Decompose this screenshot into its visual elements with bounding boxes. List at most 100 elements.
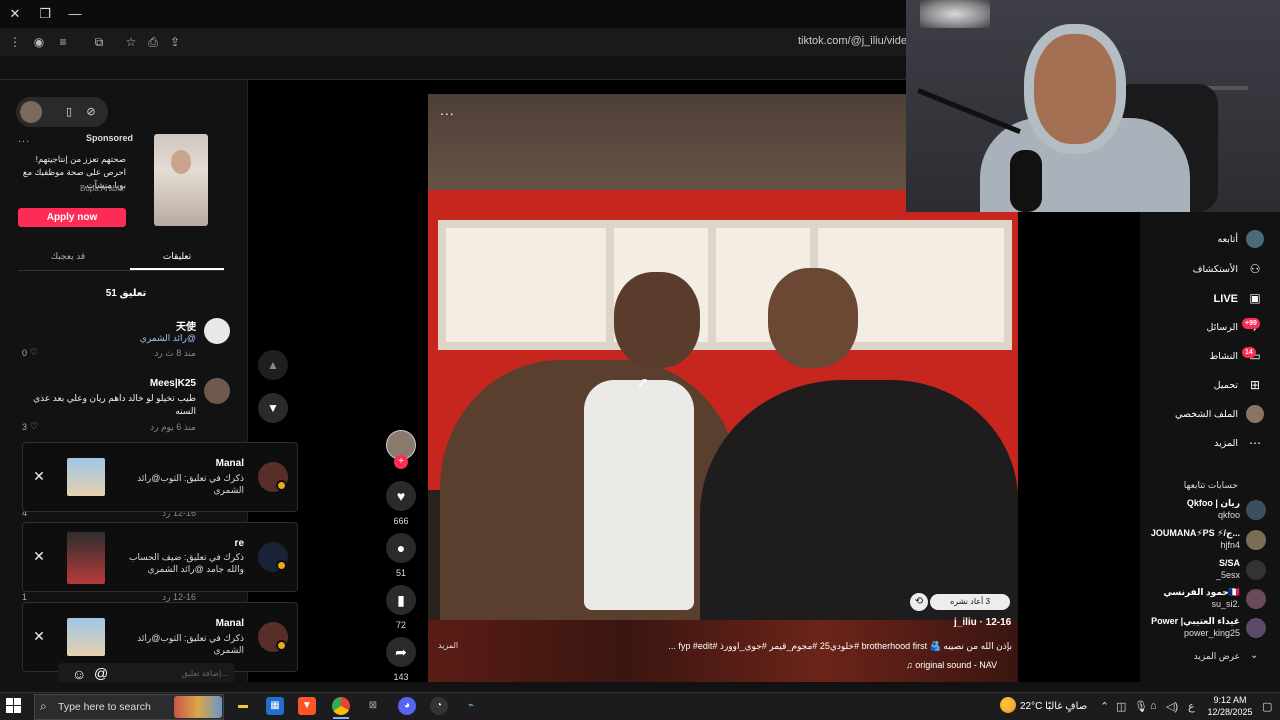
user-avatar-icon[interactable]	[20, 101, 42, 123]
comment-avatar[interactable]	[204, 378, 230, 404]
heart-outline-icon[interactable]: ♡	[30, 347, 38, 358]
store-icon[interactable]: ▦	[266, 697, 284, 715]
explore-icon[interactable]: ⚇	[1246, 260, 1264, 278]
repost-icon[interactable]: ⟲	[910, 593, 928, 611]
close-icon[interactable]: ✕	[30, 627, 48, 645]
follow-plus-icon[interactable]: +	[394, 455, 408, 469]
account-name[interactable]: S/SA	[1100, 558, 1240, 568]
mobile-icon[interactable]: ▯	[58, 101, 80, 123]
bookmark-star-icon[interactable]: ☆	[122, 33, 140, 51]
account-name[interactable]: حمود الفرنسي🇫🇷	[1100, 587, 1240, 598]
account-avatar[interactable]	[1246, 560, 1266, 580]
account-avatar[interactable]	[1246, 589, 1266, 609]
clock-time[interactable]: 9:12 AM	[1206, 695, 1254, 705]
sidebar-item-explore[interactable]: الأستكشاف	[1146, 264, 1238, 275]
chrome-icon[interactable]	[332, 697, 350, 715]
video-sound[interactable]: ♫ original sound - NAV	[906, 660, 997, 670]
comment-meta[interactable]: منذ 8 ث رد	[130, 348, 196, 359]
next-video-button[interactable]: ▼	[258, 393, 288, 423]
restore-window-icon[interactable]: ❐	[34, 4, 56, 24]
heart-outline-icon[interactable]: ♡	[30, 421, 38, 432]
previous-video-button[interactable]: ▲	[258, 350, 288, 380]
weather-text[interactable]: 22°C صافٍ غالبًا	[1020, 701, 1087, 712]
sidebar-item-upload[interactable]: تحميل	[1146, 380, 1238, 391]
windows-start-icon[interactable]	[6, 698, 22, 714]
chevron-up-icon[interactable]: ⌃	[1100, 700, 1109, 713]
discord-icon[interactable]: ◕	[398, 697, 416, 715]
show-more-link[interactable]: عرض المزيد	[1150, 651, 1240, 662]
video-menu-icon[interactable]: ...	[440, 102, 455, 118]
reading-list-icon[interactable]: ≡	[54, 33, 72, 51]
bookmark-icon[interactable]: ▮	[386, 585, 416, 615]
comment-meta[interactable]: منذ 6 يوم رد	[130, 422, 196, 433]
tab-comments[interactable]: تعليقات	[130, 251, 224, 262]
obs-icon[interactable]: ◔	[430, 697, 448, 715]
live-icon[interactable]: ▣	[1246, 289, 1264, 307]
volume-icon[interactable]: ◁)	[1166, 700, 1178, 713]
network-wired-icon[interactable]: ⌂	[1150, 700, 1157, 712]
like-heart-icon[interactable]: ♥	[386, 481, 416, 511]
account-handle[interactable]: power_king25	[1100, 628, 1240, 638]
close-icon[interactable]: ✕	[30, 547, 48, 565]
screenshot-icon[interactable]: ⎙	[144, 33, 162, 51]
ad-menu-icon[interactable]: ...	[18, 133, 30, 145]
account-handle[interactable]: qkfoo	[1100, 510, 1240, 520]
language-indicator[interactable]: ع	[1188, 700, 1195, 713]
account-handle[interactable]: hjfn4	[1100, 540, 1240, 550]
sidebar-item-messages[interactable]: الرسائل	[1146, 322, 1238, 333]
steam-icon[interactable]: ⌁	[462, 697, 480, 715]
account-name[interactable]: Qkfoo | ريان	[1100, 498, 1240, 509]
account-handle[interactable]: _5esx	[1100, 570, 1240, 580]
brave-browser-icon[interactable]: ▼	[298, 697, 316, 715]
url-text[interactable]: tiktok.com/@j_iliu/video/	[798, 35, 916, 47]
compass-icon[interactable]: ⊘	[80, 101, 102, 123]
profile-icon[interactable]	[1246, 405, 1264, 423]
account-name[interactable]: JOUMANA⚡PS ⚡/ج...	[1100, 528, 1240, 539]
comment-author[interactable]: Mees|K25	[100, 378, 196, 389]
notification-center-icon[interactable]: ▢	[1262, 700, 1272, 713]
upload-icon[interactable]: ⊞	[1246, 376, 1264, 394]
ad-image[interactable]	[154, 134, 208, 226]
network-icon[interactable]: ◫	[1116, 700, 1126, 713]
taskbar-search-placeholder[interactable]: Type here to search	[58, 701, 151, 713]
friends-icon[interactable]	[1246, 230, 1264, 248]
account-avatar[interactable]	[1246, 618, 1266, 638]
sidebar-item-profile[interactable]: الملف الشخصي	[1146, 409, 1238, 420]
tab-related[interactable]: قد يعجبك	[18, 251, 118, 262]
chevron-down-icon[interactable]: ⌄	[1250, 650, 1258, 661]
account-avatar[interactable]	[1246, 530, 1266, 550]
account-handle[interactable]: su_si2.	[1100, 599, 1240, 609]
file-explorer-icon[interactable]: ▬	[234, 697, 252, 715]
xbox-icon[interactable]: ⊠	[364, 697, 382, 715]
weather-icon[interactable]	[1000, 697, 1016, 713]
emoji-icon[interactable]: ☺	[72, 666, 86, 682]
account-name[interactable]: Power |غيداء العتيبي	[1100, 616, 1240, 627]
sidebar-item-activity[interactable]: النشاط	[1146, 351, 1238, 362]
more-icon[interactable]: ⋯	[1246, 434, 1264, 452]
comment-bubble-icon[interactable]: ●	[386, 533, 416, 563]
comment-like-count[interactable]: 1	[22, 592, 27, 602]
caption-more-link[interactable]: المزيد	[438, 641, 458, 650]
video-author[interactable]: j_iliu · 12-16	[954, 617, 1011, 628]
mention-at-icon[interactable]: @	[94, 665, 108, 681]
microphone-icon[interactable]: 🎙	[1134, 700, 1148, 713]
comment-author[interactable]: 天使	[100, 318, 196, 333]
extension-icon[interactable]: ◉	[30, 33, 48, 51]
comment-avatar[interactable]	[204, 318, 230, 344]
comment-like-count[interactable]: 0	[22, 348, 27, 358]
account-avatar[interactable]	[1246, 500, 1266, 520]
share-page-icon[interactable]: ⇪	[166, 33, 184, 51]
sidebar-item-following[interactable]: أتابعه	[1146, 234, 1239, 245]
apply-now-button[interactable]: Apply now	[18, 208, 126, 227]
extensions-puzzle-icon[interactable]: ⧉	[90, 33, 108, 51]
menu-dots-icon[interactable]: ⋮	[6, 33, 24, 51]
sidebar-item-more[interactable]: المزيد	[1146, 438, 1238, 449]
comment-like-count[interactable]: 3	[22, 422, 27, 432]
clock-date[interactable]: 12/28/2025	[1200, 707, 1260, 717]
sidebar-item-live[interactable]: LIVE	[1146, 293, 1238, 305]
close-window-icon[interactable]: ✕	[4, 4, 26, 24]
share-arrow-icon[interactable]: ➦	[386, 637, 416, 667]
minimize-window-icon[interactable]: —	[64, 4, 86, 24]
close-icon[interactable]: ✕	[30, 467, 48, 485]
repost-count-pill[interactable]: 3 أعاد نشره	[930, 594, 1010, 610]
